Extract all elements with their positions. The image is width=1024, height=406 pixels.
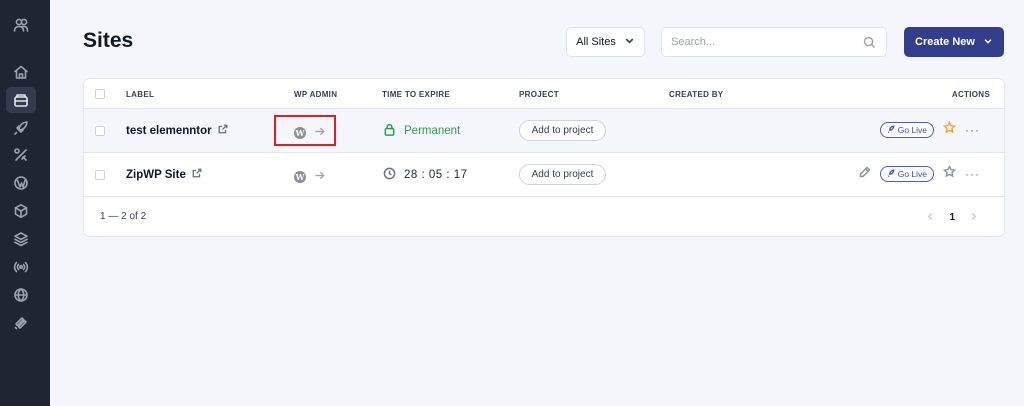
site-filter-label: All Sites [576,36,616,48]
site-label-link[interactable]: test elemenntor [126,124,228,137]
edit-icon[interactable] [859,165,871,183]
star-icon[interactable] [942,164,957,183]
globe-icon[interactable] [12,286,30,304]
sites-icon[interactable] [12,91,30,109]
expire-text: Permanent [404,125,461,137]
arrow-right-icon [314,168,325,186]
chevron-down-icon [983,36,993,49]
star-icon[interactable] [942,120,957,139]
expire-status: 28 : 05 : 17 [383,167,468,183]
layers-icon[interactable] [12,230,30,248]
column-time-to-expire: TIME TO EXPIRE [382,90,451,99]
go-live-label: Go Live [897,169,927,179]
tools-icon[interactable] [12,146,30,164]
go-live-button[interactable]: Go Live [879,166,934,182]
expire-text: 28 : 05 : 17 [404,169,468,181]
column-project: PROJECT [519,90,559,99]
create-new-button[interactable]: Create New [904,27,1004,57]
site-label-link[interactable]: ZipWP Site [126,168,202,181]
page-number[interactable]: 1 [949,212,955,223]
more-options-icon[interactable]: ··· [965,124,980,136]
search-box [661,27,887,57]
box-icon[interactable] [12,202,30,220]
clock-icon [383,167,396,183]
table-row: ZipWP Site W 28 : 05 : 17 Add to project… [84,153,1004,197]
search-input[interactable] [671,28,851,56]
add-to-project-button[interactable]: Add to project [519,120,606,141]
site-label-text: test elemenntor [126,124,212,137]
add-to-project-button[interactable]: Add to project [519,164,606,185]
row-actions: Go Live ··· [859,164,980,183]
go-live-label: Go Live [897,125,927,135]
page-title: Sites [83,29,134,52]
sites-table: LABEL WP ADMIN TIME TO EXPIRE PROJECT CR… [83,78,1005,237]
external-link-icon[interactable] [218,124,228,137]
row-checkbox[interactable] [95,126,105,136]
create-new-label: Create New [915,36,975,48]
highlight-box [274,115,336,146]
lock-icon [383,123,396,139]
rocket-icon[interactable] [12,119,30,137]
pagination: 1 [926,208,978,226]
external-link-icon[interactable] [192,168,202,181]
select-all-checkbox[interactable] [95,89,105,99]
table-row: test elemenntor W Permanent Add to proje… [84,109,1004,153]
column-actions: ACTIONS [951,90,990,99]
home-icon[interactable] [12,63,30,81]
users-icon[interactable] [12,16,30,34]
wordpress-icon: W [294,171,306,183]
search-icon[interactable] [863,36,876,49]
brand-icon[interactable] [12,314,30,332]
rocket-icon [887,125,895,135]
column-label: LABEL [126,90,155,99]
wordpress-icon[interactable] [12,174,30,192]
table-header: LABEL WP ADMIN TIME TO EXPIRE PROJECT CR… [84,79,1004,109]
expire-status: Permanent [383,123,460,139]
sidebar [0,0,50,406]
site-label-text: ZipWP Site [126,168,186,181]
more-options-icon[interactable]: ··· [965,168,980,180]
site-filter-dropdown[interactable]: All Sites [566,27,645,57]
pagination-summary: 1 — 2 of 2 [100,211,147,222]
wp-admin-link[interactable]: W [294,168,325,186]
rocket-icon [887,169,895,179]
column-wp-admin: WP ADMIN [294,90,338,99]
go-live-button[interactable]: Go Live [879,122,934,138]
broadcast-icon[interactable] [12,258,30,276]
chevron-right-icon[interactable] [969,208,978,226]
chevron-down-icon [624,35,635,49]
row-checkbox[interactable] [95,170,105,180]
chevron-left-icon[interactable] [926,208,935,226]
row-actions: Go Live ··· [879,120,980,139]
column-created-by: CREATED BY [669,90,724,99]
